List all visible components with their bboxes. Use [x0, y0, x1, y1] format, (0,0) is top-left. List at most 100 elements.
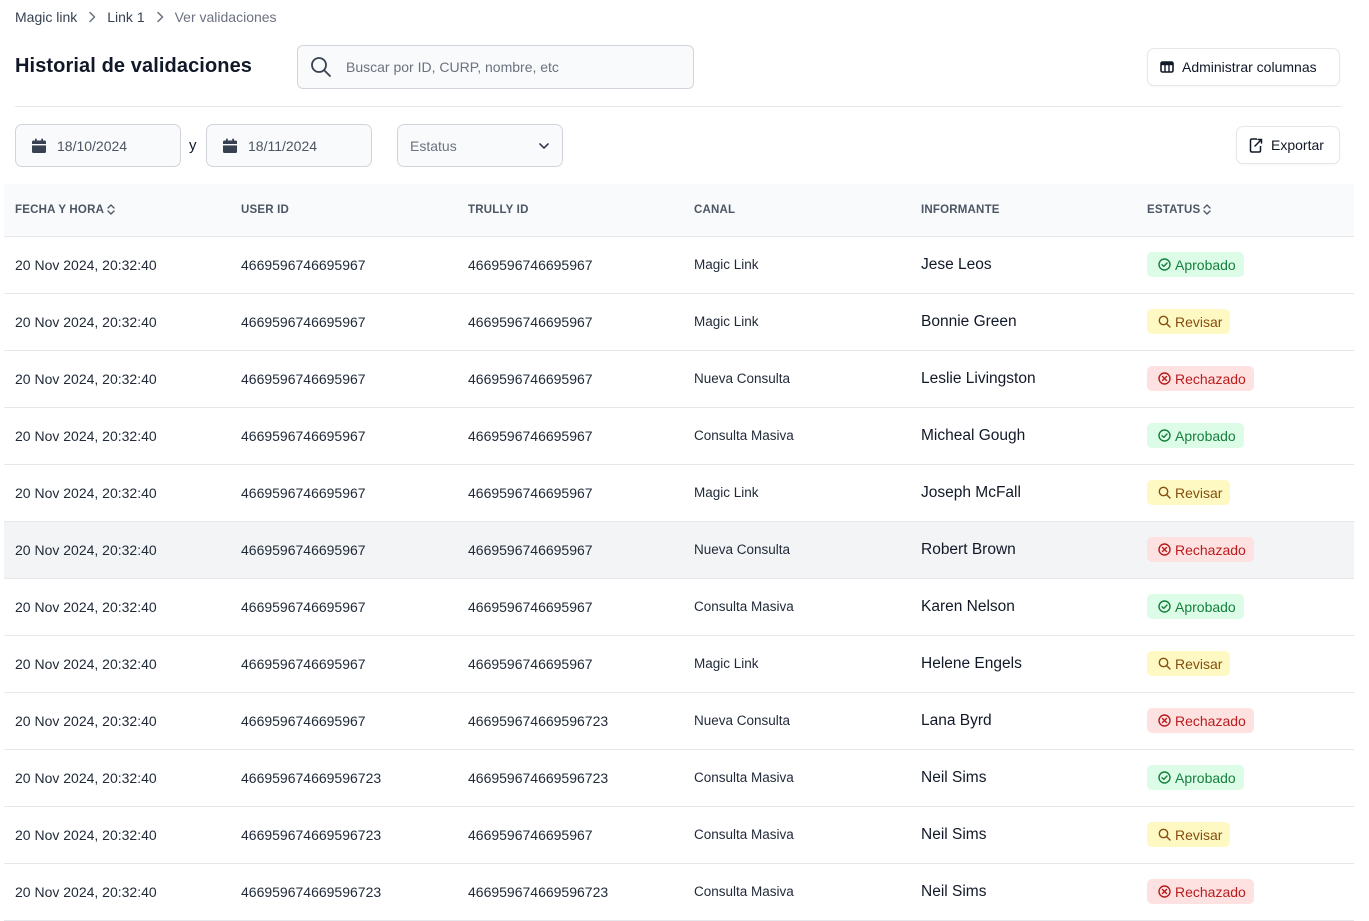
status-badge-label: Rechazado [1175, 370, 1246, 387]
magnifier-icon [1158, 315, 1171, 328]
status-badge: Aprobado [1147, 765, 1244, 790]
table-row[interactable]: 20 Nov 2024, 20:32:40 4669596746695967 466… [4, 692, 1354, 749]
cell-canal: Consulta Masiva [694, 599, 794, 614]
x-circle-icon [1158, 714, 1171, 727]
cell-fecha: 20 Nov 2024, 20:32:40 [15, 256, 157, 273]
export-icon [1249, 137, 1263, 153]
cell-informante: Karen Nelson [921, 597, 1015, 615]
cell-trully-id: 466959674669596723 [468, 883, 609, 900]
date-from-picker[interactable]: 18/10/2024 [15, 124, 181, 167]
table-row[interactable]: 20 Nov 2024, 20:32:40 4669596746695967 466… [4, 635, 1354, 692]
cell-canal: Magic Link [694, 656, 759, 671]
columns-icon [1160, 61, 1174, 73]
status-badge: Revisar [1147, 480, 1231, 505]
cell-informante: Jese Leos [921, 255, 992, 273]
table-row[interactable]: 20 Nov 2024, 20:32:40 466959674669596723 4… [4, 749, 1354, 806]
cell-user-id: 4669596746695967 [241, 370, 366, 387]
status-badge-label: Aprobado [1175, 769, 1236, 786]
cell-trully-id: 4669596746695967 [468, 655, 593, 672]
cell-informante: Micheal Gough [921, 426, 1026, 444]
column-header-user-id: USER ID [230, 184, 457, 237]
sort-icon[interactable] [107, 204, 115, 215]
sort-icon[interactable] [1203, 204, 1212, 215]
status-select-label: Estatus [410, 137, 457, 154]
search-icon [298, 56, 344, 78]
calendar-icon [222, 138, 238, 154]
status-badge-label: Revisar [1175, 655, 1223, 672]
status-badge: Aprobado [1147, 423, 1244, 448]
magnifier-icon [1158, 828, 1171, 841]
status-badge: Rechazado [1147, 708, 1254, 733]
cell-trully-id: 4669596746695967 [468, 370, 593, 387]
breadcrumb-item-magic-link[interactable]: Magic link [15, 9, 77, 25]
status-select[interactable]: Estatus [397, 124, 563, 167]
status-badge: Revisar [1147, 651, 1231, 676]
cell-estatus: Aprobado [1136, 407, 1354, 464]
table-body: 20 Nov 2024, 20:32:40 4669596746695967 466… [4, 236, 1354, 920]
cell-user-id: 4669596746695967 [241, 598, 366, 615]
column-header-canal: CANAL [683, 184, 910, 237]
x-circle-icon [1158, 885, 1171, 898]
cell-fecha: 20 Nov 2024, 20:32:40 [15, 541, 157, 558]
table-row[interactable]: 20 Nov 2024, 20:32:40 466959674669596723 4… [4, 806, 1354, 863]
cell-informante: Bonnie Green [921, 312, 1017, 330]
status-badge-label: Revisar [1175, 826, 1223, 843]
status-badge-label: Aprobado [1175, 598, 1236, 615]
table-row[interactable]: 20 Nov 2024, 20:32:40 4669596746695967 466… [4, 578, 1354, 635]
cell-trully-id: 4669596746695967 [468, 598, 593, 615]
table-row[interactable]: 20 Nov 2024, 20:32:40 4669596746695967 466… [4, 464, 1354, 521]
cell-informante: Leslie Livingston [921, 369, 1036, 387]
cell-fecha: 20 Nov 2024, 20:32:40 [15, 484, 157, 501]
x-circle-icon [1158, 372, 1171, 385]
table-row[interactable]: 20 Nov 2024, 20:32:40 4669596746695967 466… [4, 521, 1354, 578]
cell-estatus: Rechazado [1136, 521, 1354, 578]
cell-fecha: 20 Nov 2024, 20:32:40 [15, 883, 157, 900]
status-badge: Rechazado [1147, 366, 1254, 391]
cell-estatus: Revisar [1136, 464, 1354, 521]
search-input[interactable] [344, 58, 678, 76]
table-row[interactable]: 20 Nov 2024, 20:32:40 4669596746695967 466… [4, 236, 1354, 293]
cell-estatus: Aprobado [1136, 236, 1354, 293]
cell-user-id: 4669596746695967 [241, 427, 366, 444]
search-box[interactable] [297, 45, 694, 89]
cell-estatus: Rechazado [1136, 863, 1354, 920]
cell-trully-id: 466959674669596723 [468, 712, 609, 729]
chevron-right-icon [145, 11, 175, 23]
status-badge: Aprobado [1147, 252, 1244, 277]
cell-informante: Neil Sims [921, 882, 987, 900]
status-badge: Revisar [1147, 822, 1231, 847]
cell-fecha: 20 Nov 2024, 20:32:40 [15, 427, 157, 444]
cell-fecha: 20 Nov 2024, 20:32:40 [15, 655, 157, 672]
check-circle-icon [1158, 771, 1171, 784]
date-to-value: 18/11/2024 [248, 137, 318, 154]
cell-estatus: Revisar [1136, 635, 1354, 692]
cell-fecha: 20 Nov 2024, 20:32:40 [15, 826, 157, 843]
date-to-picker[interactable]: 18/11/2024 [206, 124, 372, 167]
status-badge-label: Revisar [1175, 313, 1223, 330]
breadcrumb-item-current: Ver validaciones [174, 9, 277, 25]
table-row[interactable]: 20 Nov 2024, 20:32:40 466959674669596723 4… [4, 863, 1354, 920]
column-header-estatus[interactable]: ESTATUS [1136, 184, 1354, 237]
table-row[interactable]: 20 Nov 2024, 20:32:40 4669596746695967 466… [4, 350, 1354, 407]
column-header-fecha[interactable]: FECHA Y HORA [4, 184, 230, 237]
cell-fecha: 20 Nov 2024, 20:32:40 [15, 712, 157, 729]
cell-fecha: 20 Nov 2024, 20:32:40 [15, 370, 157, 387]
page-title: Historial de validaciones [15, 55, 253, 77]
cell-canal: Consulta Masiva [694, 428, 794, 443]
cell-informante: Robert Brown [921, 540, 1016, 558]
cell-user-id: 466959674669596723 [241, 769, 382, 786]
cell-trully-id: 4669596746695967 [468, 484, 593, 501]
status-badge-label: Aprobado [1175, 427, 1236, 444]
table-row[interactable]: 20 Nov 2024, 20:32:40 4669596746695967 466… [4, 293, 1354, 350]
breadcrumb-item-link-1[interactable]: Link 1 [107, 9, 144, 25]
cell-user-id: 4669596746695967 [241, 541, 366, 558]
cell-estatus: Rechazado [1136, 350, 1354, 407]
table-row[interactable]: 20 Nov 2024, 20:32:40 4669596746695967 466… [4, 407, 1354, 464]
cell-trully-id: 4669596746695967 [468, 826, 593, 843]
export-button[interactable]: Exportar [1236, 126, 1340, 164]
manage-columns-button[interactable]: Administrar columnas [1147, 48, 1340, 86]
header-divider [15, 106, 1341, 107]
magnifier-icon [1158, 657, 1171, 670]
cell-user-id: 4669596746695967 [241, 313, 366, 330]
cell-canal: Nueva Consulta [694, 542, 791, 557]
